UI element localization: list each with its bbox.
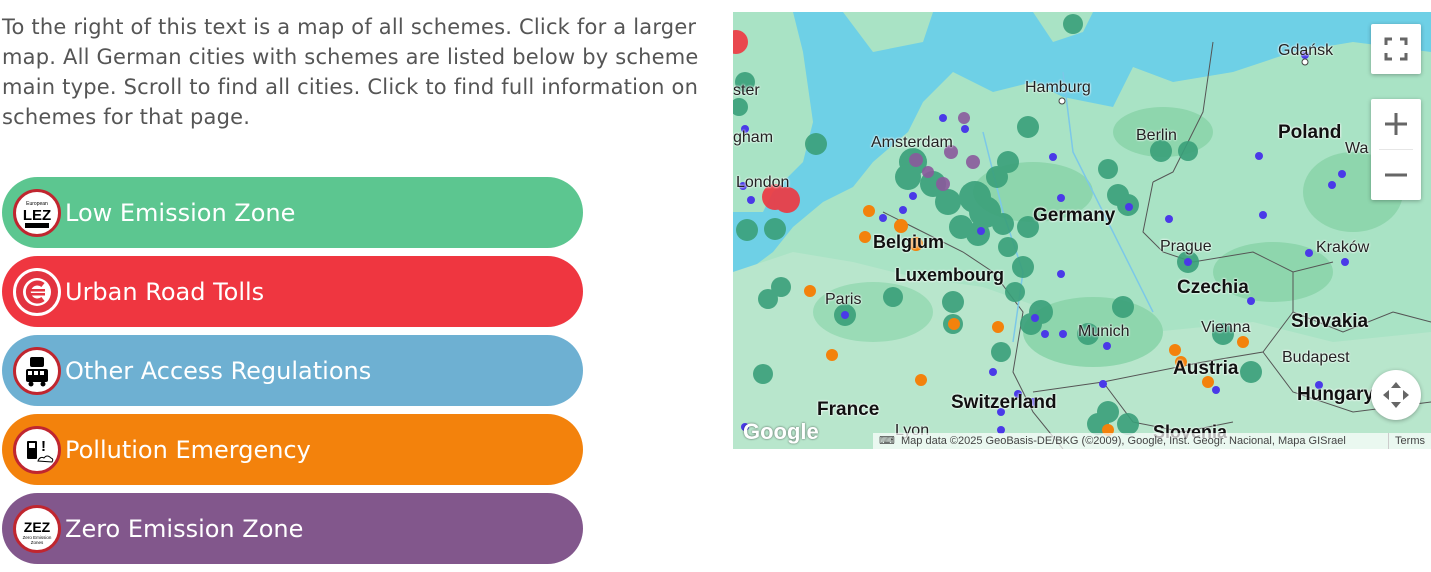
svg-text:Zones: Zones	[31, 540, 44, 545]
schemes-map[interactable]: ster gham Gdańsk Hamburg Amsterdam Berli…	[733, 12, 1431, 449]
google-logo: Google	[743, 419, 819, 444]
map-background	[733, 12, 1431, 449]
scheme-label: Other Access Regulations	[65, 356, 372, 385]
zez-badge-icon: ZEZ Zero Emission Zones	[13, 504, 61, 553]
intro-text: To the right of this text is a map of al…	[2, 15, 699, 129]
scheme-label: Urban Road Tolls	[65, 277, 265, 306]
other-access-regulations-button[interactable]: Other Access Regulations	[2, 335, 583, 406]
scheme-label: Pollution Emergency	[65, 435, 311, 464]
zoom-controls	[1371, 99, 1421, 200]
minus-icon	[1385, 173, 1407, 177]
keyboard-shortcuts-icon[interactable]: ⌨	[873, 433, 901, 449]
svg-text:LEZ: LEZ	[23, 207, 51, 224]
zoom-out-button[interactable]	[1371, 150, 1421, 200]
terms-link[interactable]: Terms	[1388, 433, 1431, 449]
map-attribution-bar: ⌨ Map data ©2025 GeoBasis-DE/BKG (©2009)…	[873, 433, 1431, 449]
fullscreen-button[interactable]	[1371, 24, 1421, 74]
low-emission-zone-button[interactable]: European LEZ Low Emission Zone	[2, 177, 583, 248]
scheme-label: Low Emission Zone	[65, 198, 296, 227]
plus-icon	[1385, 113, 1407, 135]
recenter-icon	[1383, 382, 1409, 408]
svg-text:!: !	[41, 438, 46, 455]
fullscreen-icon	[1384, 37, 1408, 61]
vehicle-access-badge-icon	[13, 346, 61, 395]
scheme-type-list: European LEZ Low Emission Zone Urban Roa…	[2, 177, 583, 572]
zero-emission-zone-button[interactable]: ZEZ Zero Emission Zones Zero Emission Zo…	[2, 493, 583, 564]
pollution-emergency-badge-icon: !	[13, 425, 61, 474]
pollution-emergency-button[interactable]: ! Pollution Emergency	[2, 414, 583, 485]
scheme-label: Zero Emission Zone	[65, 514, 304, 543]
road-toll-badge-icon	[13, 267, 61, 316]
recenter-button[interactable]	[1371, 370, 1421, 420]
map-attribution: Map data ©2025 GeoBasis-DE/BKG (©2009), …	[901, 435, 1346, 447]
zoom-in-button[interactable]	[1371, 99, 1421, 149]
svg-text:ZEZ: ZEZ	[24, 519, 51, 535]
lez-badge-icon: European LEZ	[13, 188, 61, 237]
urban-road-tolls-button[interactable]: Urban Road Tolls	[2, 256, 583, 327]
